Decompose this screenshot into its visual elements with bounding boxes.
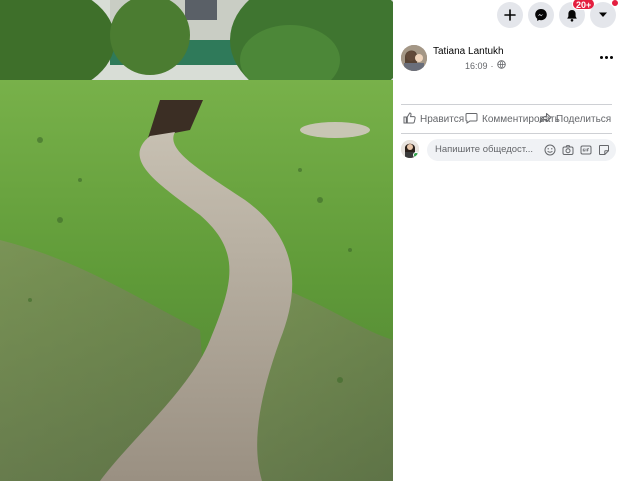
messenger-icon [534,8,548,22]
comment-composer: Напишите общедост... [401,139,616,163]
post-side-panel: 20+ Tatiana Lantukh 16:09 · Нравится Ком… [393,0,620,481]
comment-bubble-icon [465,112,478,127]
divider [401,104,612,105]
comment-placeholder: Напишите общедост... [435,144,533,155]
author-name[interactable]: Tatiana Lantukh [433,46,504,57]
post-photo[interactable] [0,0,393,481]
author-avatar[interactable] [401,45,427,71]
sticker-icon[interactable] [598,144,610,156]
account-alert-dot [611,0,619,7]
comment-tools [544,144,610,156]
chevron-down-icon [598,11,608,19]
share-icon [539,112,552,127]
thumb-up-icon [403,111,416,127]
like-button[interactable]: Нравится [403,110,464,128]
more-icon [599,55,613,59]
plus-icon [504,9,516,21]
bell-icon [566,9,578,22]
post-actions: Нравится Комментировать Поделиться [403,110,618,128]
meta-separator: · [490,60,494,71]
account-menu-button[interactable] [590,0,619,28]
like-label: Нравится [420,113,465,125]
create-button[interactable] [497,2,523,28]
post-meta: 16:09 · [465,60,506,71]
share-label: Поделиться [556,113,612,125]
more-options-button[interactable] [598,51,614,63]
notifications-button[interactable]: 20+ [559,0,596,28]
user-avatar[interactable] [401,140,419,158]
top-bar: 20+ [393,0,620,32]
photo-image [0,0,393,481]
globe-icon[interactable] [496,60,506,71]
messenger-button[interactable] [528,2,554,28]
post-time[interactable]: 16:09 [465,61,488,71]
camera-icon[interactable] [562,144,574,156]
divider [401,133,612,134]
share-button[interactable]: Поделиться [539,110,611,128]
online-status-dot [413,152,419,158]
emoji-icon[interactable] [544,144,556,156]
gif-icon[interactable] [580,144,592,156]
post-header: Tatiana Lantukh 16:09 · [401,45,616,75]
